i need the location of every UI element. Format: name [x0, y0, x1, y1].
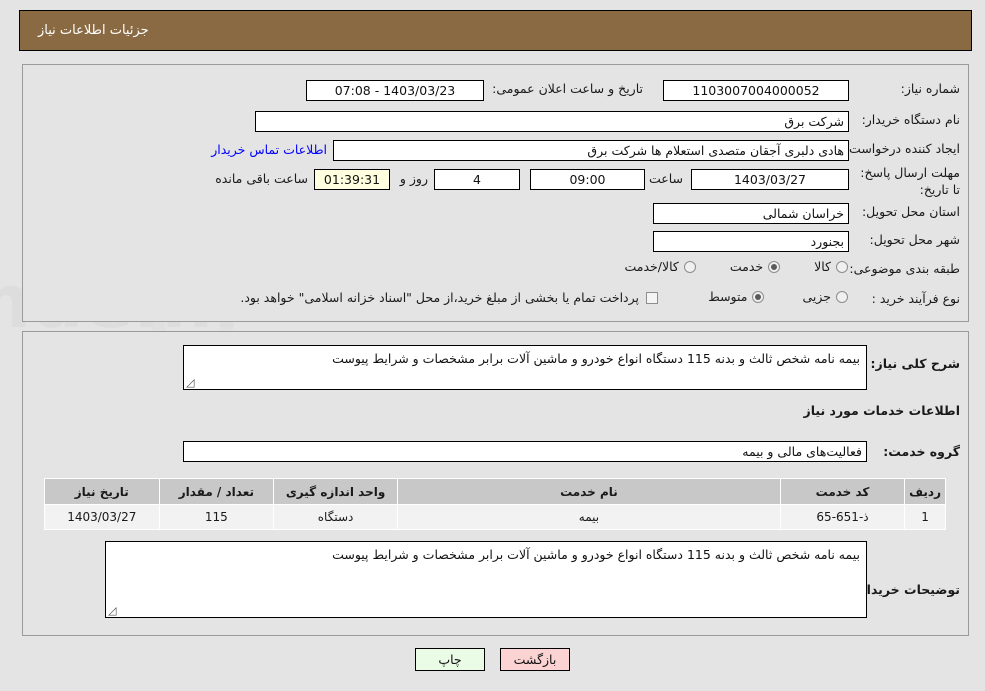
category-label: طبقه بندی موضوعی:: [849, 261, 960, 276]
row-city: شهر محل تحویل:: [870, 232, 960, 249]
resize-handle-icon[interactable]: ◺: [108, 604, 118, 617]
category-radio-group: کالا خدمت کالا/خدمت: [624, 259, 848, 274]
city-value: بجنورد: [653, 231, 849, 252]
buyer-org-label: نام دستگاه خریدار:: [861, 112, 960, 127]
general-desc-textarea[interactable]: بیمه نامه شخص ثالث و بدنه 115 دستگاه انو…: [183, 345, 867, 390]
treasury-bond-note-text: پرداخت تمام یا بخشی از مبلغ خرید،از محل …: [240, 290, 639, 305]
cell-unit: دستگاه: [273, 504, 398, 530]
radio-icon[interactable]: [752, 290, 765, 303]
deadline-hour-value: 09:00: [530, 169, 645, 190]
row-category: طبقه بندی موضوعی:: [849, 261, 960, 278]
row-need-number: شماره نیاز:: [901, 81, 960, 98]
deadline-date-value: 1403/03/27: [691, 169, 849, 190]
column-header-quantity: تعداد / مقدار: [158, 478, 275, 505]
category-option-label: خدمت: [729, 259, 764, 274]
buyer-org-value: شرکت برق: [255, 111, 849, 132]
category-option-label: کالا: [814, 259, 831, 274]
services-section-heading: اطلاعات خدمات مورد نیاز: [803, 403, 961, 418]
column-header-radif: ردیف: [904, 478, 946, 505]
page-header-bar: جزئیات اطلاعات نیاز: [19, 10, 972, 51]
category-option-label: کالا/خدمت: [624, 259, 679, 274]
purchase-type-radio-group: جزیی متوسط: [708, 289, 848, 304]
page-title: جزئیات اطلاعات نیاز: [38, 23, 149, 38]
city-label: شهر محل تحویل:: [869, 232, 960, 247]
back-button[interactable]: بازگشت: [500, 648, 570, 671]
footer-button-bar: بازگشت چاپ: [0, 648, 985, 671]
service-group-value: فعالیت‌های مالی و بیمه: [183, 441, 867, 462]
row-province: استان محل تحویل:: [862, 204, 960, 221]
category-option-service[interactable]: خدمت: [729, 259, 781, 274]
province-label: استان محل تحویل:: [861, 204, 960, 219]
resize-handle-icon[interactable]: ◺: [186, 376, 196, 389]
row-buyer-org: نام دستگاه خریدار:: [862, 112, 960, 129]
service-group-label: گروه خدمت:: [883, 444, 960, 459]
requester-label: ایجاد کننده درخواست:: [844, 141, 960, 156]
need-number-value: 1103007004000052: [663, 80, 849, 101]
requester-value: هادی دلبری آجقان متصدی استعلام ها شرکت ب…: [333, 140, 849, 161]
purchase-type-option-label: جزیی: [802, 289, 831, 304]
column-header-unit: واحد اندازه گیری: [273, 478, 398, 505]
column-header-service-name: نام خدمت: [396, 478, 781, 505]
deadline-days-label: روز و: [399, 171, 428, 186]
services-table: ردیف کد خدمت نام خدمت واحد اندازه گیری ت…: [44, 478, 946, 530]
category-option-goods[interactable]: کالا: [814, 259, 848, 274]
radio-icon[interactable]: [768, 260, 781, 273]
cell-quantity: 115: [158, 504, 275, 530]
column-header-need-date: تاریخ نیاز: [44, 478, 160, 505]
need-number-label: شماره نیاز:: [900, 81, 960, 96]
deadline-timer-suffix: ساعت باقی مانده: [215, 171, 308, 186]
purchase-type-label: نوع فرآیند خرید :: [871, 291, 960, 306]
radio-icon[interactable]: [683, 260, 696, 273]
row-deadline: مهلت ارسال پاسخ: تا تاریخ:: [860, 165, 960, 199]
general-desc-label: شرح کلی نیاز:: [870, 356, 960, 371]
row-public-announce: تاریخ و ساعت اعلان عمومی:: [492, 81, 643, 98]
purchase-type-option-minor[interactable]: جزیی: [802, 289, 848, 304]
deadline-days-value: 4: [434, 169, 520, 190]
category-option-goods-service[interactable]: کالا/خدمت: [624, 259, 696, 274]
general-desc-value: بیمه نامه شخص ثالث و بدنه 115 دستگاه انو…: [332, 351, 860, 366]
table-row: 1 ذ-651-65 بیمه دستگاه 115 1403/03/27: [44, 504, 946, 530]
purchase-type-option-label: متوسط: [708, 289, 748, 304]
deadline-label: مهلت ارسال پاسخ: تا تاریخ:: [860, 165, 960, 197]
page-root: جزئیات اطلاعات نیاز AriaTender.ir شماره …: [0, 0, 985, 691]
deadline-countdown-timer: 01:39:31: [314, 169, 390, 190]
radio-icon[interactable]: [836, 260, 848, 273]
need-info-panel: شماره نیاز: 1103007004000052 تاریخ و ساع…: [22, 64, 969, 322]
buyer-notes-value: بیمه نامه شخص ثالث و بدنه 115 دستگاه انو…: [332, 547, 860, 562]
table-header-row: ردیف کد خدمت نام خدمت واحد اندازه گیری ت…: [44, 478, 946, 505]
province-value: خراسان شمالی: [653, 203, 849, 224]
column-header-service-code: کد خدمت: [779, 478, 906, 505]
treasury-bond-note: پرداخت تمام یا بخشی از مبلغ خرید،از محل …: [240, 290, 658, 307]
radio-icon[interactable]: [836, 290, 848, 303]
cell-need-date: 1403/03/27: [44, 504, 160, 530]
buyer-notes-textarea[interactable]: بیمه نامه شخص ثالث و بدنه 115 دستگاه انو…: [105, 541, 867, 618]
purchase-type-option-medium[interactable]: متوسط: [708, 289, 765, 304]
buyer-notes-label: توضیحات خریدار:: [854, 582, 960, 597]
public-announce-value: 1403/03/23 - 07:08: [306, 80, 484, 101]
cell-service-name: بیمه: [396, 504, 781, 530]
row-purchase-type: نوع فرآیند خرید :: [872, 291, 960, 308]
cell-radif: 1: [904, 504, 946, 530]
row-requester: ایجاد کننده درخواست:: [845, 141, 960, 158]
buyer-contact-link[interactable]: اطلاعات تماس خریدار: [211, 142, 327, 157]
public-announce-label: تاریخ و ساعت اعلان عمومی:: [492, 81, 643, 96]
deadline-hour-label: ساعت: [648, 171, 683, 186]
print-button[interactable]: چاپ: [415, 648, 485, 671]
cell-service-code: ذ-651-65: [779, 504, 906, 530]
checkbox-icon[interactable]: [646, 292, 658, 305]
